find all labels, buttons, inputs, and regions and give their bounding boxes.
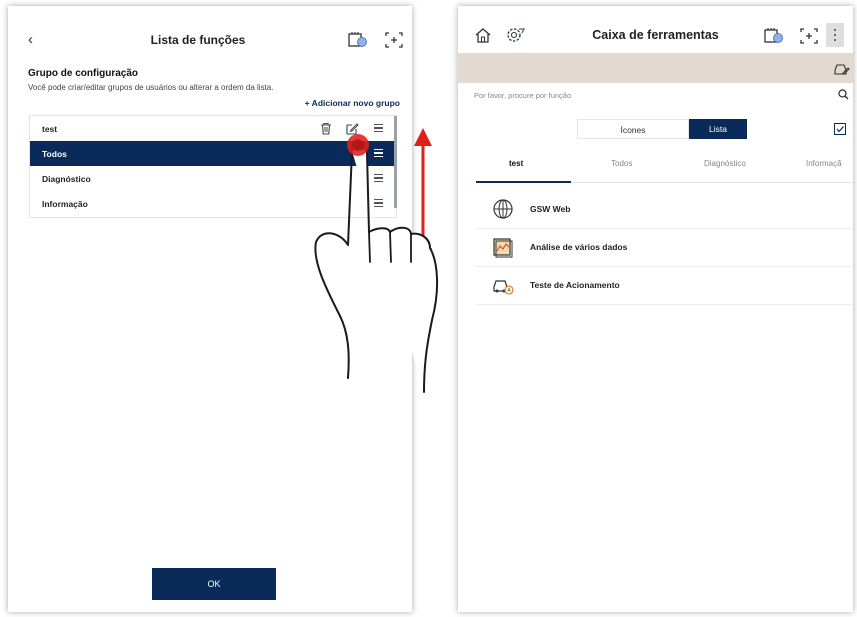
group-row-test[interactable]: test xyxy=(30,116,396,141)
page-title: Caixa de ferramentas xyxy=(592,28,719,42)
tab-informacao[interactable]: Informaçã xyxy=(806,159,842,168)
more-menu-icon[interactable] xyxy=(826,23,844,47)
group-label: test xyxy=(42,124,58,134)
function-list-panel: ‹ Lista de funções Grupo de configuração… xyxy=(8,6,412,612)
search-input[interactable]: Por favor, procure por função xyxy=(474,91,571,100)
vehicle-banner xyxy=(458,53,853,83)
globe-icon xyxy=(493,199,513,219)
tool-name: Análise de vários dados xyxy=(530,242,628,252)
group-row-todos[interactable]: Todos xyxy=(30,141,396,166)
select-checkbox[interactable] xyxy=(834,123,846,135)
vci-device-icon[interactable] xyxy=(764,27,784,45)
ok-button[interactable]: OK xyxy=(152,568,276,600)
add-group-link[interactable]: + Adicionar novo grupo xyxy=(305,98,400,108)
drag-handle-icon[interactable] xyxy=(374,149,383,159)
group-row-diagnostico[interactable]: Diagnóstico xyxy=(30,166,396,191)
search-icon[interactable] xyxy=(838,89,849,100)
screen-capture-icon[interactable] xyxy=(384,31,404,49)
group-list: test Todos Diagnóstico Informação xyxy=(29,115,397,218)
tool-row-gsw-web[interactable]: GSW Web xyxy=(476,190,853,229)
list-scrollbar[interactable] xyxy=(394,116,397,208)
page-title: Lista de funções xyxy=(150,33,246,47)
tab-todos[interactable]: Todos xyxy=(611,159,632,168)
group-row-informacao[interactable]: Informação xyxy=(30,191,396,216)
group-config-title: Grupo de configuração xyxy=(28,68,139,79)
group-label: Informação xyxy=(42,199,88,209)
check-icon xyxy=(836,126,844,133)
trash-icon[interactable] xyxy=(320,122,332,135)
tool-row-actuation-test[interactable]: Teste de Acionamento xyxy=(476,266,853,305)
tool-name: Teste de Acionamento xyxy=(530,280,620,290)
drag-handle-icon[interactable] xyxy=(374,124,383,134)
category-tabs: test Todos Diagnóstico Informaçã xyxy=(476,156,853,183)
tool-row-data-analysis[interactable]: Análise de vários dados xyxy=(476,228,853,267)
tool-name: GSW Web xyxy=(530,204,571,214)
vertical-drag-arrow xyxy=(414,128,432,266)
tab-diagnostico[interactable]: Diagnóstico xyxy=(704,159,746,168)
group-label: Diagnóstico xyxy=(42,174,91,184)
view-toggle-list[interactable]: Lista xyxy=(689,119,747,139)
vci-device-icon[interactable] xyxy=(348,31,368,49)
group-config-description: Você pode criar/editar grupos de usuário… xyxy=(28,83,274,92)
group-label: Todos xyxy=(42,149,67,159)
edit-icon[interactable] xyxy=(346,122,359,135)
drag-handle-icon[interactable] xyxy=(374,174,383,184)
drag-handle-icon[interactable] xyxy=(374,199,383,209)
screen-capture-icon[interactable] xyxy=(799,27,819,45)
active-tab-indicator xyxy=(476,181,571,183)
toolbox-panel: Caixa de ferramentas Por favor, procure … xyxy=(458,6,853,612)
view-toggle-icons[interactable]: Ícones xyxy=(577,119,689,139)
tab-test[interactable]: test xyxy=(509,159,523,168)
car-test-icon xyxy=(493,280,514,295)
vehicle-edit-icon[interactable] xyxy=(834,62,850,76)
data-chart-icon xyxy=(493,238,513,258)
